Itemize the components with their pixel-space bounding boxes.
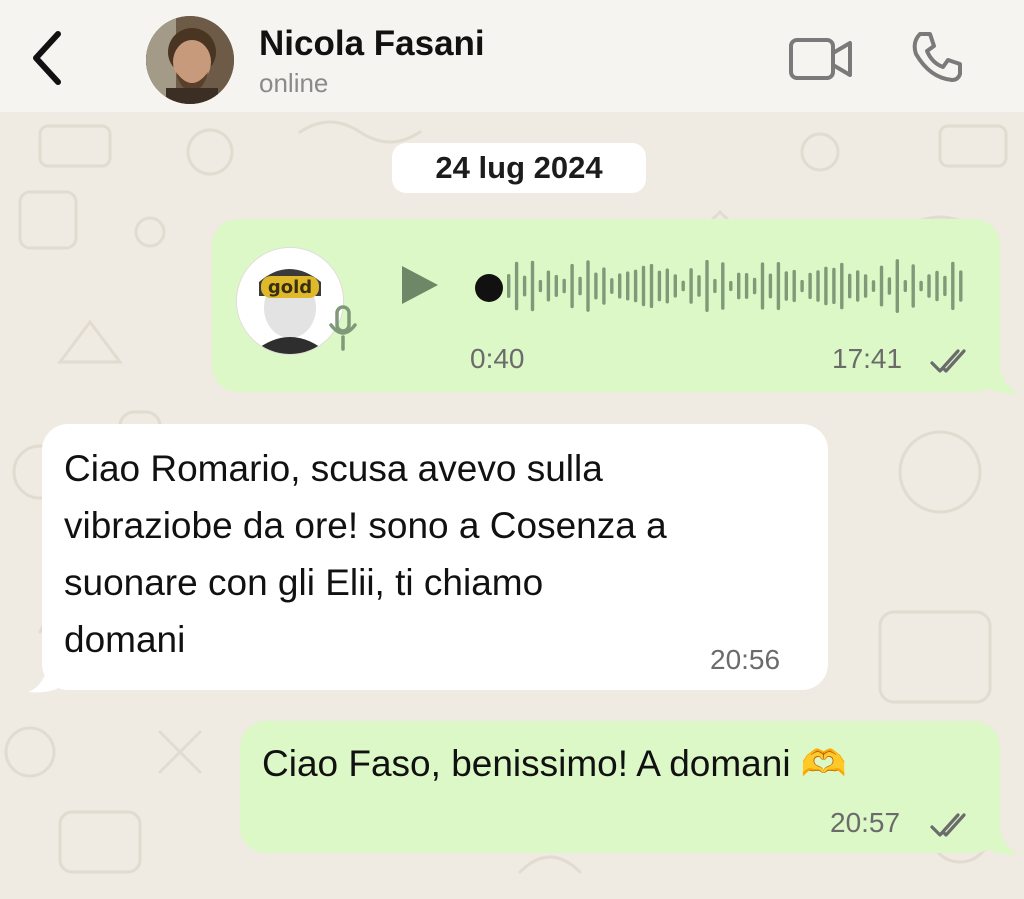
svg-text:gold: gold — [268, 277, 312, 298]
waveform-bar — [792, 269, 796, 303]
waveform-bar — [697, 275, 701, 297]
audio-waveform[interactable] — [506, 255, 966, 317]
waveform-bar — [721, 262, 725, 310]
waveform-bar — [507, 274, 511, 298]
waveform-bar — [665, 268, 669, 304]
waveform-bar — [522, 275, 527, 297]
waveform-bar — [903, 280, 907, 293]
waveform-bar — [911, 264, 915, 308]
waveform-bar — [848, 273, 852, 299]
waveform-bar — [951, 261, 955, 311]
voice-duration: 0:40 — [470, 343, 525, 374]
waveform-bar — [760, 262, 765, 310]
outgoing-message-bubble[interactable]: Ciao Faso, benissimo! A domani 🫶 20:57 — [240, 721, 1000, 853]
waveform-bar — [832, 267, 836, 305]
waveform-bar — [895, 259, 899, 313]
double-check-icon — [928, 347, 972, 375]
waveform-bar — [657, 270, 662, 302]
waveform-bar — [808, 272, 812, 300]
waveform-bar — [879, 265, 884, 307]
waveform-bar — [554, 274, 558, 297]
waveform-bar — [689, 268, 693, 304]
microphone-icon — [328, 303, 358, 353]
waveform-bar — [633, 269, 638, 303]
waveform-bar — [538, 279, 543, 293]
waveform-bar — [776, 262, 781, 311]
waveform-bar — [546, 270, 551, 302]
chat-header: Nicola Fasani online — [0, 0, 1024, 112]
waveform-bar — [626, 271, 630, 301]
waveform-bar — [768, 273, 773, 299]
waveform-bar — [673, 274, 677, 298]
waveform-bar — [824, 266, 828, 306]
voice-message-bubble[interactable]: gold 0:40 17:41 — [212, 219, 1000, 392]
waveform-bar — [800, 279, 804, 293]
waveform-bar — [586, 260, 590, 312]
waveform-bar — [610, 278, 614, 294]
message-text: Ciao Romario, scusa avevo sulla vibrazio… — [64, 448, 667, 660]
waveform-bar — [863, 274, 868, 298]
incoming-message-bubble[interactable]: Ciao Romario, scusa avevo sulla vibrazio… — [42, 424, 828, 690]
waveform-bar — [570, 263, 574, 309]
waveform-bar — [514, 261, 519, 311]
waveform-bar — [681, 280, 685, 292]
waveform-bar — [935, 270, 939, 302]
date-separator: 24 lug 2024 — [392, 143, 646, 193]
video-camera-icon[interactable] — [788, 34, 854, 84]
waveform-bar — [943, 275, 947, 297]
waveform-bar — [562, 278, 566, 294]
contact-name[interactable]: Nicola Fasani — [259, 24, 485, 64]
message-time: 20:56 — [710, 644, 781, 675]
waveform-bar — [641, 265, 646, 307]
waveform-bar — [737, 272, 741, 300]
message-text: Ciao Faso, benissimo! A domani 🫶 — [262, 743, 847, 784]
waveform-bar — [618, 273, 622, 299]
bubble-tail — [985, 826, 1019, 855]
waveform-bar — [649, 263, 654, 309]
waveform-bar — [594, 272, 598, 300]
phone-icon[interactable] — [910, 30, 964, 84]
waveform-bar — [602, 267, 606, 305]
waveform-bar — [871, 280, 876, 292]
waveform-bar — [578, 276, 582, 296]
play-icon[interactable] — [398, 263, 444, 307]
waveform-bar — [752, 277, 757, 295]
waveform-bar — [744, 273, 749, 299]
bubble-tail — [28, 664, 62, 693]
waveform-bar — [840, 262, 844, 310]
waveform-bar — [816, 270, 820, 302]
contact-status: online — [259, 68, 329, 98]
waveform-bar — [959, 270, 963, 302]
waveform-bar — [919, 280, 923, 292]
waveform-bar — [530, 260, 535, 312]
contact-avatar[interactable] — [146, 16, 234, 104]
message-time: 20:57 — [830, 807, 901, 838]
message-time: 17:41 — [832, 343, 903, 374]
waveform-bar — [927, 274, 931, 298]
double-check-icon — [928, 811, 972, 839]
waveform-bar — [856, 270, 860, 302]
waveform-bar — [887, 277, 892, 295]
waveform-bar — [713, 278, 717, 294]
waveform-bar — [784, 271, 788, 301]
playback-scrubber[interactable] — [472, 271, 506, 305]
chevron-left-icon[interactable] — [26, 30, 70, 86]
waveform-bar — [705, 259, 709, 312]
bubble-tail — [985, 365, 1019, 394]
waveform-bar — [729, 280, 733, 292]
